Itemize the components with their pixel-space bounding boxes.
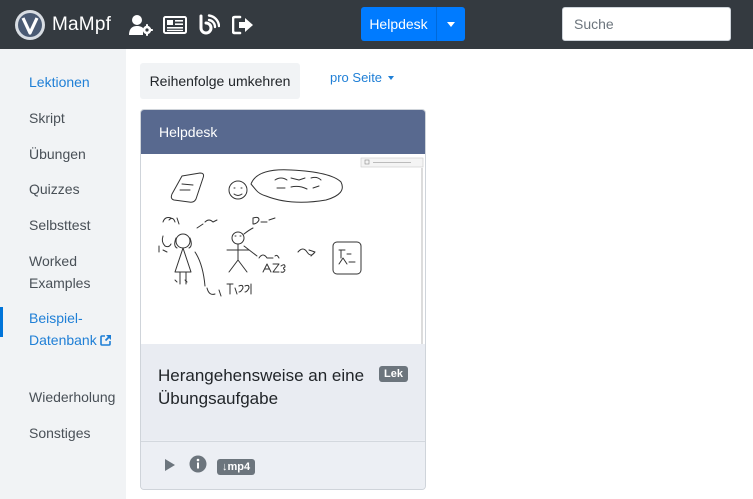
card-title[interactable]: Herangehensweise an eine Übungsaufgabe: [158, 364, 373, 410]
helpdesk-dropdown: Helpdesk: [361, 7, 465, 41]
active-indicator: [0, 307, 3, 337]
sidebar-item-label: Beispiel-Datenbank: [29, 310, 97, 348]
info-icon[interactable]: [189, 455, 207, 478]
sidebar-item-lektionen[interactable]: Lektionen: [29, 71, 90, 93]
sidebar-item-quizzes[interactable]: Quizzes: [29, 178, 80, 200]
sketch-drawing-image: [141, 154, 425, 344]
play-icon[interactable]: [164, 458, 176, 477]
lecture-card: Helpdesk Herangehensweise an eine Übungs…: [140, 109, 426, 490]
video-thumbnail[interactable]: [141, 154, 425, 344]
helpdesk-button[interactable]: Helpdesk: [361, 7, 436, 41]
download-mp4-label: ↓mp4: [217, 459, 256, 475]
brand-name: MaMpf: [52, 14, 112, 35]
sidebar-item-uebungen[interactable]: Übungen: [29, 143, 86, 165]
sidebar-item-skript[interactable]: Skript: [29, 107, 65, 129]
helpdesk-dropdown-toggle[interactable]: [436, 7, 465, 41]
per-page-label: pro Seite: [330, 70, 383, 85]
sidebar-item-sonstiges[interactable]: Sonstiges: [29, 422, 90, 444]
blog-icon[interactable]: [196, 12, 222, 38]
sidebar-item-beispiel-datenbank[interactable]: Beispiel-Datenbank: [29, 307, 121, 351]
card-header: Helpdesk: [141, 110, 425, 154]
external-link-icon: [99, 334, 111, 346]
lecture-type-badge: Lek: [379, 366, 408, 382]
admin-user-gear-icon[interactable]: [128, 12, 154, 38]
sidebar-item-worked-examples[interactable]: Worked Examples: [29, 250, 121, 294]
sidebar: Lektionen Skript Übungen Quizzes Selbstt…: [0, 49, 126, 499]
reverse-order-button[interactable]: Reihenfolge umkehren: [140, 63, 300, 99]
logout-icon[interactable]: [230, 12, 256, 38]
download-mp4-badge[interactable]: ↓mp4: [217, 457, 256, 475]
nav-icon-bar: [128, 12, 264, 38]
navbar: MaMpf Helpdesk Suche: [0, 0, 753, 49]
sidebar-item-wiederholung[interactable]: Wiederholung: [29, 386, 115, 408]
caret-down-icon: [447, 21, 455, 27]
caret-down-icon: [388, 75, 395, 80]
mampf-logo-icon: [15, 10, 45, 40]
news-icon[interactable]: [162, 12, 188, 38]
sidebar-item-selbsttest[interactable]: Selbsttest: [29, 214, 90, 236]
brand-link[interactable]: MaMpf: [14, 9, 111, 41]
per-page-dropdown[interactable]: pro Seite: [330, 70, 395, 85]
card-footer: ↓mp4: [141, 441, 425, 489]
search-input[interactable]: [562, 7, 731, 41]
